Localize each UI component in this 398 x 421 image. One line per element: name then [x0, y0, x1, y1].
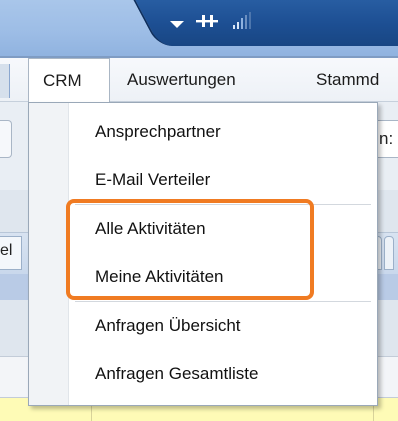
menu-item-alle-aktivitaeten[interactable]: Alle Aktivitäten — [69, 205, 377, 253]
pin-icon[interactable] — [196, 13, 218, 29]
crm-dropdown-menu: Ansprechpartner E-Mail Verteiler Alle Ak… — [28, 102, 378, 406]
menu-item-email-verteiler[interactable]: E-Mail Verteiler — [69, 156, 377, 204]
toolbar-button-left[interactable] — [0, 120, 12, 158]
menu-icon-gutter — [29, 103, 69, 405]
title-bar — [0, 0, 398, 58]
tab-left-label: el — [0, 242, 13, 259]
menu-auswertungen[interactable]: Auswertungen — [127, 58, 236, 102]
menu-item-anfragen-uebersicht[interactable]: Anfragen Übersicht — [69, 302, 377, 350]
menu-item-meine-aktivitaeten[interactable]: Meine Aktivitäten — [69, 253, 377, 301]
menu-bar: CRM Auswertungen Stammd — [0, 58, 398, 103]
signal-icon — [233, 12, 251, 29]
title-bar-accent — [128, 0, 398, 46]
dropdown-arrow-icon[interactable] — [170, 21, 184, 28]
tab-right-2[interactable] — [384, 236, 394, 270]
menu-bar-edge — [0, 64, 10, 98]
menu-crm[interactable]: CRM — [28, 58, 110, 103]
toolbar-field-label: n: — [379, 129, 394, 148]
menu-item-ansprechpartner[interactable]: Ansprechpartner — [69, 108, 377, 156]
menu-item-anfragen-gesamtliste[interactable]: Anfragen Gesamtliste — [69, 350, 377, 398]
menu-stammdaten[interactable]: Stammd — [316, 58, 379, 102]
tab-left[interactable]: el — [0, 236, 22, 270]
